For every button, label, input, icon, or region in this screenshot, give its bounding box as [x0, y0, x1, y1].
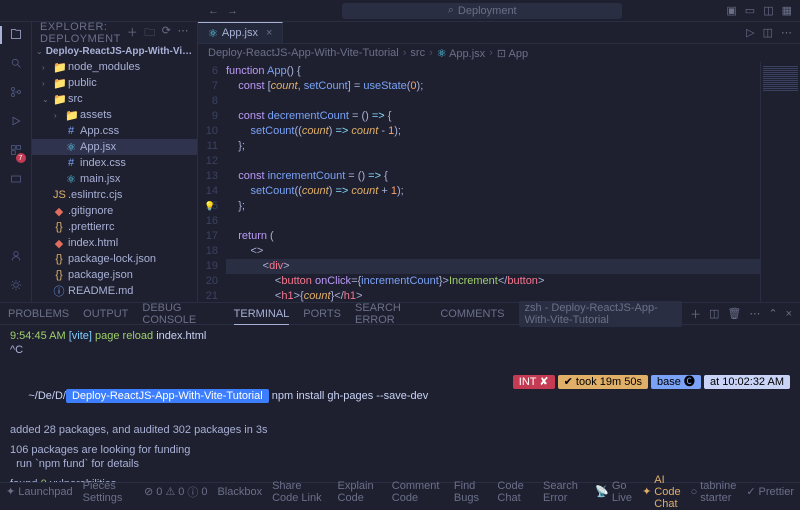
search-icon[interactable] — [10, 57, 22, 72]
remote-icon[interactable] — [10, 173, 22, 188]
panel-tabs: PROBLEMS OUTPUT DEBUG CONSOLE TERMINAL PORTS… — [0, 303, 800, 325]
sidebar: EXPLORER: DEPLOYMENT ＋ 🗀 ⟳ ⋯ ⌄ Deploy-Re… — [32, 22, 198, 302]
activity-bar: 7 — [0, 22, 32, 302]
nav-forward-icon[interactable]: → — [227, 5, 238, 17]
root-label: Deploy-ReactJS-App-With-Vite-Tutorial — [46, 46, 193, 57]
tree-item-App-css[interactable]: #App.css — [32, 123, 197, 139]
kill-terminal-icon[interactable]: 🗑 — [727, 307, 741, 320]
nav-back-icon[interactable]: ← — [208, 5, 219, 17]
more-icon[interactable]: ⋯ — [178, 24, 190, 43]
breadcrumb-segment[interactable]: src — [410, 47, 425, 59]
ai-code-chat[interactable]: ✦ AI Code Chat — [642, 474, 681, 510]
editor-group: ⚛ App.jsx × ▷ ◫ ⋯ Deploy-ReactJS-App-Wit… — [198, 22, 800, 302]
source-control-icon[interactable] — [10, 86, 22, 101]
maximize-icon[interactable]: ⌃ — [768, 307, 777, 320]
jsx-icon: ⚛ — [208, 27, 218, 40]
layout-sidebar-icon[interactable]: ◫ — [763, 4, 773, 17]
explorer-title: EXPLORER: DEPLOYMENT — [40, 21, 127, 45]
tree-item-package-json[interactable]: {}package.json — [32, 267, 197, 283]
blackbox[interactable]: Blackbox — [217, 486, 262, 498]
panel-tab-terminal[interactable]: TERMINAL — [234, 308, 290, 325]
account-icon[interactable] — [10, 250, 22, 265]
refresh-icon[interactable]: ⟳ — [162, 24, 172, 43]
more-icon[interactable]: ⋯ — [749, 307, 760, 320]
tree-item-src[interactable]: ⌄📁src — [32, 91, 197, 107]
project-root[interactable]: ⌄ Deploy-ReactJS-App-With-Vite-Tutorial — [32, 44, 197, 59]
tree-item-node_modules[interactable]: ›📁node_modules — [32, 59, 197, 75]
search-box[interactable]: ⌕ Deployment — [342, 3, 622, 19]
close-icon[interactable]: × — [266, 27, 272, 39]
tree-item-public[interactable]: ›📁public — [32, 75, 197, 91]
breadcrumb-segment[interactable]: Deploy-ReactJS-App-With-Vite-Tutorial — [208, 47, 399, 59]
tree-item-package-lock-json[interactable]: {}package-lock.json — [32, 251, 197, 267]
tabnine[interactable]: ○ tabnine starter — [691, 474, 737, 510]
run-debug-icon[interactable] — [10, 115, 22, 130]
panel-tab-output[interactable]: OUTPUT — [83, 308, 128, 320]
split-icon[interactable]: ◫ — [763, 26, 773, 39]
tab-app-jsx[interactable]: ⚛ App.jsx × — [198, 22, 283, 43]
tab-label: App.jsx — [222, 27, 258, 39]
close-panel-icon[interactable]: × — [786, 308, 792, 320]
panel: PROBLEMS OUTPUT DEBUG CONSOLE TERMINAL PORTS… — [0, 302, 800, 482]
extensions-badge: 7 — [16, 153, 26, 163]
panel-tab-debug-console[interactable]: DEBUG CONSOLE — [142, 302, 219, 326]
more-icon[interactable]: ⋯ — [781, 26, 792, 39]
gutter: 67891011121314151617181920212223242526 — [198, 62, 226, 302]
panel-tab-problems[interactable]: PROBLEMS — [8, 308, 69, 320]
layout-panel-icon[interactable]: ▭ — [745, 4, 755, 17]
tree-item--eslintrc-cjs[interactable]: JS.eslintrc.cjs — [32, 187, 197, 203]
tree-item--gitignore[interactable]: ◆.gitignore — [32, 203, 197, 219]
tree-item-App-jsx[interactable]: ⚛App.jsx — [32, 139, 197, 155]
tree-item--prettierrc[interactable]: {}.prettierrc — [32, 219, 197, 235]
tree-item-README-md[interactable]: ⓘREADME.md — [32, 283, 197, 299]
run-icon[interactable]: ▷ — [746, 26, 754, 39]
titlebar: ← → ⌕ Deployment ▣ ▭ ◫ ▦ — [0, 0, 800, 22]
tree-item-assets[interactable]: ›📁assets — [32, 107, 197, 123]
tree-item-index-html[interactable]: ◆index.html — [32, 235, 197, 251]
launchpad[interactable]: ✦ Launchpad — [6, 485, 73, 498]
code-editor[interactable]: function App() { const [count, setCount]… — [226, 62, 760, 302]
tree-item-index-css[interactable]: #index.css — [32, 155, 197, 171]
statusbar: ✦ Launchpad Pieces Settings ⊘ 0 ⚠ 0 ⓘ 0 … — [0, 482, 800, 500]
breadcrumb-segment[interactable]: ⊡ App — [497, 47, 528, 60]
breadcrumb[interactable]: Deploy-ReactJS-App-With-Vite-Tutorial›sr… — [198, 44, 800, 62]
go-live[interactable]: 📡 Go Live — [595, 474, 632, 510]
breadcrumb-segment[interactable]: ⚛ App.jsx — [437, 47, 485, 60]
new-folder-icon[interactable]: 🗀 — [144, 24, 156, 43]
minimap[interactable] — [760, 62, 800, 302]
new-terminal-icon[interactable]: ＋ — [690, 306, 701, 322]
search-text: Deployment — [458, 5, 517, 17]
tree-item-main-jsx[interactable]: ⚛main.jsx — [32, 171, 197, 187]
panel-tab-ports[interactable]: PORTS — [303, 308, 341, 320]
terminal-selector[interactable]: zsh - Deploy-ReactJS-App-With-Vite-Tutor… — [519, 301, 682, 327]
layout-primary-icon[interactable]: ▣ — [726, 4, 736, 17]
layout-customize-icon[interactable]: ▦ — [782, 4, 792, 17]
lightbulb-icon[interactable]: 💡 — [204, 199, 215, 214]
file-tree: ›📁node_modules›📁public⌄📁src›📁assets#App.… — [32, 59, 197, 302]
panel-tab-comments[interactable]: COMMENTS — [440, 308, 504, 320]
problems-count[interactable]: ⊘ 0 ⚠ 0 ⓘ 0 — [144, 484, 207, 500]
explorer-icon[interactable] — [10, 28, 22, 43]
search-icon: ⌕ — [448, 4, 454, 17]
extensions-icon[interactable]: 7 — [10, 144, 22, 159]
split-terminal-icon[interactable]: ◫ — [709, 307, 719, 320]
prettier[interactable]: ✓ Prettier — [746, 474, 794, 510]
terminal[interactable]: 9:54:45 AM [vite] page reload index.html… — [0, 325, 800, 482]
panel-tab-search-error[interactable]: SEARCH ERROR — [355, 302, 426, 326]
new-file-icon[interactable]: ＋ — [127, 24, 139, 43]
gear-icon[interactable] — [10, 279, 22, 294]
